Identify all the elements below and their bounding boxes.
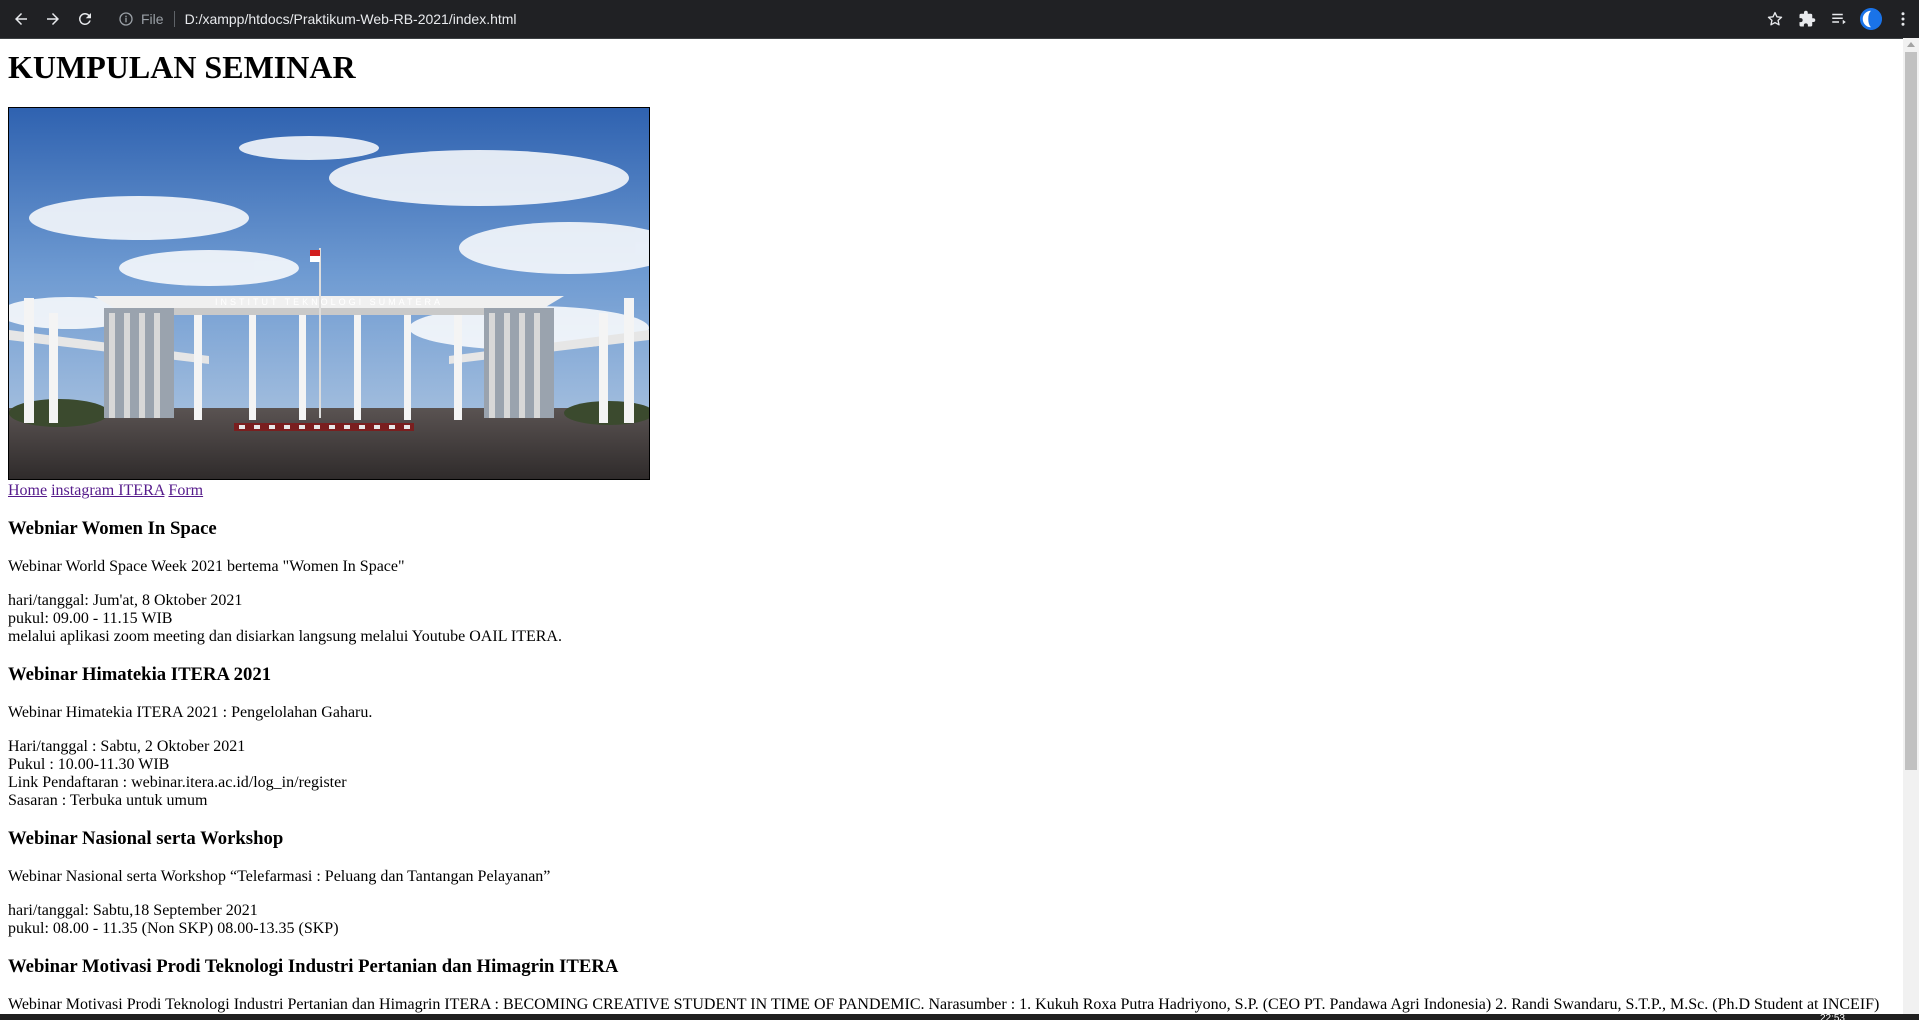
seminar-details: Hari/tanggal : Sabtu, 2 Oktober 2021 Puk… — [8, 738, 1898, 810]
seminar-section: Webinar Motivasi Prodi Teknologi Industr… — [8, 956, 1898, 1014]
os-taskbar: 22:53 — [0, 1013, 1919, 1024]
seminar-time: pukul: 08.00 - 11.35 (Non SKP) 08.00-13.… — [8, 920, 339, 937]
seminar-heading: Webinar Nasional serta Workshop — [8, 828, 284, 849]
reload-icon — [78, 12, 91, 25]
seminar-registration-link: Link Pendaftaran : webinar.itera.ac.id/l… — [8, 774, 347, 791]
page-content: KUMPULAN SEMINAR INSTITUT TEKNOLOGI SUMA… — [8, 38, 1898, 1020]
page-nav: Home instagram ITERA Form — [8, 481, 1898, 500]
seminar-time: pukul: 09.00 - 11.15 WIB — [8, 610, 173, 627]
seminar-details: hari/tanggal: Sabtu,18 September 2021 pu… — [8, 902, 1898, 938]
seminar-heading: Webinar Himatekia ITERA 2021 — [8, 664, 272, 685]
back-arrow-icon — [15, 13, 27, 25]
seminar-section: Webniar Women In Space Webinar World Spa… — [8, 518, 1898, 646]
seminar-description: Webinar Nasional serta Workshop “Telefar… — [8, 868, 551, 885]
gate-sign-text: INSTITUT TEKNOLOGI SUMATERA — [215, 297, 443, 307]
back-button[interactable] — [5, 3, 37, 35]
nav-link-instagram[interactable]: instagram ITERA — [51, 482, 164, 499]
campus-gate-illustration: INSTITUT TEKNOLOGI SUMATERA — [9, 108, 649, 479]
seminar-description: Webinar World Space Week 2021 bertema "W… — [8, 558, 405, 575]
seminar-description: Webinar Motivasi Prodi Teknologi Industr… — [8, 996, 1880, 1013]
page-viewport: KUMPULAN SEMINAR INSTITUT TEKNOLOGI SUMA… — [0, 38, 1903, 1020]
nav-link-form[interactable]: Form — [168, 482, 203, 499]
seminar-date: hari/tanggal: Sabtu,18 September 2021 — [8, 902, 258, 919]
profile-button[interactable] — [1855, 3, 1887, 35]
toolbar-actions — [1759, 0, 1919, 38]
seminar-date: hari/tanggal: Jum'at, 8 Oktober 2021 — [8, 592, 243, 609]
browser-toolbar: File D:/xampp/htdocs/Praktikum-Web-RB-20… — [0, 0, 1919, 39]
scroll-up-arrow-icon[interactable] — [1907, 42, 1915, 47]
seminar-heading: Webinar Motivasi Prodi Teknologi Industr… — [8, 956, 619, 977]
star-icon — [1767, 11, 1783, 26]
address-bar[interactable]: File D:/xampp/htdocs/Praktikum-Web-RB-20… — [110, 6, 1790, 32]
nav-link-home[interactable]: Home — [8, 482, 47, 499]
extensions-puzzle-icon — [1799, 10, 1816, 27]
more-vert-icon — [1901, 12, 1905, 26]
reading-list-button[interactable] — [1823, 3, 1855, 35]
seminar-section: Webinar Nasional serta Workshop Webinar … — [8, 828, 1898, 938]
bookmark-star-button[interactable] — [1759, 3, 1791, 35]
omnibox-divider — [173, 11, 175, 27]
seminar-audience: Sasaran : Terbuka untuk umum — [8, 792, 208, 809]
page-title: KUMPULAN SEMINAR — [8, 49, 356, 85]
extensions-button[interactable] — [1791, 3, 1823, 35]
seminar-details: hari/tanggal: Jum'at, 8 Oktober 2021 puk… — [8, 592, 1898, 646]
seminar-venue: melalui aplikasi zoom meeting dan disiar… — [8, 628, 562, 645]
scheme-label: File — [141, 11, 164, 27]
campus-gate-image: INSTITUT TEKNOLOGI SUMATERA — [8, 107, 650, 480]
seminar-heading: Webniar Women In Space — [8, 518, 217, 539]
browser-menu-button[interactable] — [1887, 3, 1919, 35]
reload-button[interactable] — [69, 3, 101, 35]
seminar-time: Pukul : 10.00-11.30 WIB — [8, 756, 170, 773]
scrollbar-thumb[interactable] — [1905, 52, 1917, 770]
seminar-section: Webinar Himatekia ITERA 2021 Webinar Him… — [8, 664, 1898, 810]
taskbar-clock: 22:53 — [1819, 1013, 1845, 1024]
url-text[interactable]: D:/xampp/htdocs/Praktikum-Web-RB-2021/in… — [185, 11, 517, 27]
forward-button[interactable] — [37, 3, 69, 35]
page-scrollbar[interactable] — [1903, 38, 1919, 1020]
seminar-description: Webinar Himatekia ITERA 2021 : Pengelola… — [8, 704, 373, 721]
forward-arrow-icon — [47, 13, 59, 25]
profile-avatar-icon — [1860, 8, 1882, 30]
info-icon[interactable] — [118, 11, 134, 27]
reading-list-icon — [1832, 13, 1846, 25]
seminar-date: Hari/tanggal : Sabtu, 2 Oktober 2021 — [8, 738, 246, 755]
